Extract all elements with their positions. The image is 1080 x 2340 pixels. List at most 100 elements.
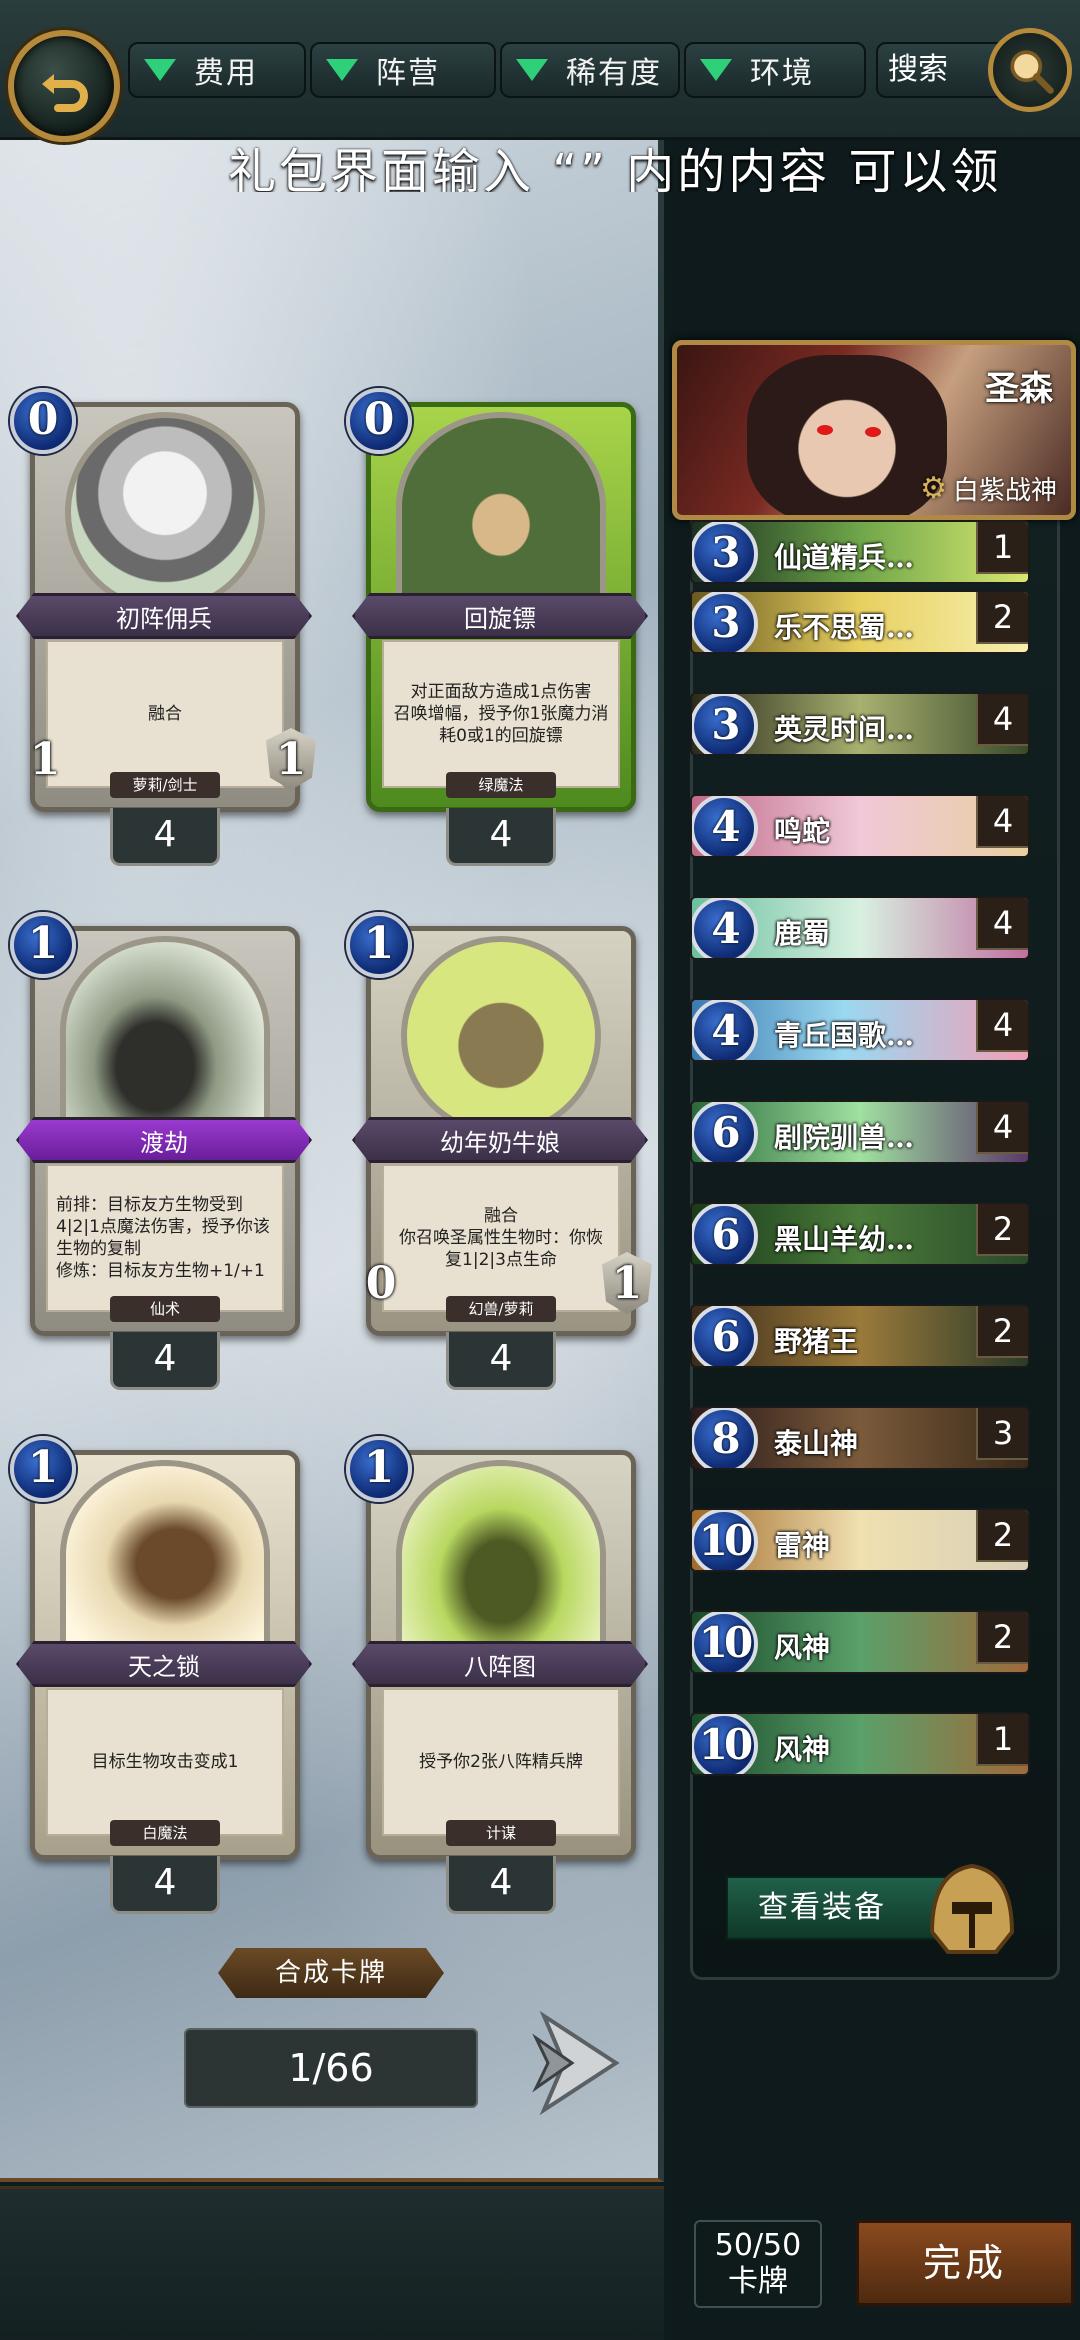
card-cost: 0 — [346, 388, 412, 454]
filter-rarity[interactable]: 稀有度 — [500, 42, 680, 98]
deck-card-name: 风神 — [774, 1733, 831, 1766]
deck-card-count: 2 — [976, 1306, 1028, 1358]
deck-card-name: 仙道精兵… — [774, 541, 915, 574]
magnifier-icon — [1010, 50, 1054, 94]
dropdown-triangle-icon — [144, 59, 176, 81]
card-cost: 1 — [346, 1436, 412, 1502]
deck-card-row[interactable]: 3 英灵时间… 4 — [690, 692, 1030, 756]
card-cost: 1 — [10, 912, 76, 978]
deck-card-name: 泰山神 — [774, 1427, 859, 1460]
deck-card-count: 3 — [976, 1408, 1028, 1460]
deck-card-row[interactable]: 10 风神 2 — [690, 1610, 1030, 1674]
deck-card-row[interactable]: 4 青丘国歌… 4 — [690, 998, 1030, 1062]
helmet-icon — [929, 1863, 1015, 1954]
card-art — [60, 936, 270, 1126]
deck-card-row[interactable]: 8 泰山神 3 — [690, 1406, 1030, 1470]
filter-cost-label: 费用 — [194, 56, 258, 91]
card-item[interactable]: 天之锁 目标生物攻击变成1 白魔法 1 4 — [10, 1436, 312, 1914]
card-attack: 1 — [29, 733, 61, 785]
hero-name: 圣森 — [985, 369, 1053, 409]
card-tribe: 萝莉/剑士 — [110, 772, 220, 798]
card-item[interactable]: 幼年奶牛娘 融合 你召唤圣属性生物时：你恢复1|2|3点生命 幻兽/萝莉 1 0… — [346, 912, 652, 1390]
deck-card-cost: 8 — [692, 1408, 758, 1468]
deck-card-row[interactable]: 6 剧院驯兽… 4 — [690, 1100, 1030, 1164]
card-item[interactable]: 渡劫 前排：目标友方生物受到4|2|1点魔法伤害，授予你该生物的复制 修炼：目标… — [10, 912, 312, 1390]
card-cost: 1 — [10, 1436, 76, 1502]
deck-card-count: 4 — [976, 1000, 1028, 1052]
deck-card-cost: 3 — [692, 592, 758, 652]
deck-card-name: 野猪王 — [774, 1325, 859, 1358]
filter-environment-label: 环境 — [750, 56, 814, 91]
synthesize-card-button[interactable]: 合成卡牌 — [218, 1948, 444, 1998]
deck-card-count: 2 — [976, 592, 1028, 644]
deck-card-name: 鹿蜀 — [774, 917, 831, 950]
done-button[interactable]: 完成 — [856, 2220, 1074, 2306]
card-text: 目标生物攻击变成1 — [46, 1688, 284, 1836]
gear-icon: ⚙ — [920, 471, 947, 506]
page-indicator: 1/66 — [184, 2028, 478, 2108]
deck-card-name: 乐不思蜀… — [774, 611, 915, 644]
deck-card-count: 1 — [976, 522, 1028, 574]
card-tribe: 计谋 — [446, 1820, 556, 1846]
deck-card-row[interactable]: 6 黑山羊幼… 2 — [690, 1202, 1030, 1266]
hero-portrait[interactable]: 圣森 ⚙ 白紫战神 — [672, 340, 1076, 520]
card-text: 授予你2张八阵精兵牌 — [382, 1688, 620, 1836]
filter-cost[interactable]: 费用 — [128, 42, 306, 98]
deck-card-cost: 3 — [692, 522, 758, 582]
deck-card-count: 4 — [976, 796, 1028, 848]
next-page-arrow-icon[interactable] — [524, 2008, 620, 2118]
card-owned-count: 4 — [110, 1332, 220, 1390]
deck-card-count: 1 — [976, 1714, 1028, 1766]
deck-card-row[interactable]: 10 风神 1 — [690, 1712, 1030, 1776]
card-item[interactable]: 回旋镖 对正面敌方造成1点伤害 召唤增幅，授予你1张魔力消耗0或1的回旋镖 绿魔… — [346, 388, 648, 866]
card-name: 天之锁 — [16, 1641, 312, 1687]
card-art — [60, 1460, 270, 1650]
back-button[interactable] — [8, 30, 120, 142]
card-text: 融合 你召唤圣属性生物时：你恢复1|2|3点生命 — [382, 1164, 620, 1312]
card-name: 回旋镖 — [352, 593, 648, 639]
deck-card-cost: 6 — [692, 1204, 758, 1264]
deck-card-row[interactable]: 4 鸣蛇 4 — [690, 794, 1030, 858]
deck-card-name: 英灵时间… — [774, 713, 915, 746]
deck-card-cost: 3 — [692, 694, 758, 754]
card-art — [396, 412, 606, 602]
hero-title-label: 白紫战神 — [952, 476, 1057, 506]
deck-card-row[interactable]: 6 野猪王 2 — [690, 1304, 1030, 1368]
deck-card-cost: 10 — [692, 1510, 758, 1570]
deck-card-count: 2 — [976, 1204, 1028, 1256]
deck-card-total-unit: 卡牌 — [728, 2264, 788, 2299]
deck-card-cost: 4 — [692, 1000, 758, 1060]
deck-card-row[interactable]: 3 仙道精兵… 1 — [690, 520, 1030, 584]
deck-card-total-value: 50/50 — [714, 2228, 802, 2263]
card-tribe: 仙术 — [110, 1296, 220, 1322]
filter-faction[interactable]: 阵营 — [310, 42, 496, 98]
deck-card-row[interactable]: 3 乐不思蜀… 2 — [690, 590, 1030, 654]
hero-art — [747, 355, 947, 515]
deck-card-total: 50/50 卡牌 — [694, 2220, 822, 2308]
card-cost: 0 — [10, 388, 76, 454]
card-owned-count: 4 — [446, 808, 556, 866]
card-cost: 1 — [346, 912, 412, 978]
card-art — [401, 936, 601, 1136]
card-name: 幼年奶牛娘 — [352, 1117, 648, 1163]
card-tribe: 幻兽/萝莉 — [446, 1296, 556, 1322]
deck-card-count: 4 — [976, 898, 1028, 950]
card-art — [65, 412, 265, 612]
deck-card-count: 4 — [976, 694, 1028, 746]
search-label: 搜索 — [888, 52, 948, 87]
search-button[interactable] — [988, 28, 1072, 112]
deck-card-row[interactable]: 10 雷神 2 — [690, 1508, 1030, 1572]
deck-card-name: 剧院驯兽… — [774, 1121, 915, 1154]
deck-card-row[interactable]: 4 鹿蜀 4 — [690, 896, 1030, 960]
card-text: 对正面敌方造成1点伤害 召唤增幅，授予你1张魔力消耗0或1的回旋镖 — [382, 640, 620, 788]
deck-card-count: 4 — [976, 1102, 1028, 1154]
card-tribe: 白魔法 — [110, 1820, 220, 1846]
deck-card-cost: 10 — [692, 1612, 758, 1672]
deck-card-name: 雷神 — [774, 1529, 831, 1562]
card-item[interactable]: 八阵图 授予你2张八阵精兵牌 计谋 1 4 — [346, 1436, 648, 1914]
dropdown-triangle-icon — [326, 59, 358, 81]
card-item[interactable]: 初阵佣兵 融合 萝莉/剑士 0 1 1 4 — [10, 388, 316, 866]
deck-card-cost: 6 — [692, 1306, 758, 1366]
filter-environment[interactable]: 环境 — [684, 42, 866, 98]
dropdown-triangle-icon — [516, 59, 548, 81]
